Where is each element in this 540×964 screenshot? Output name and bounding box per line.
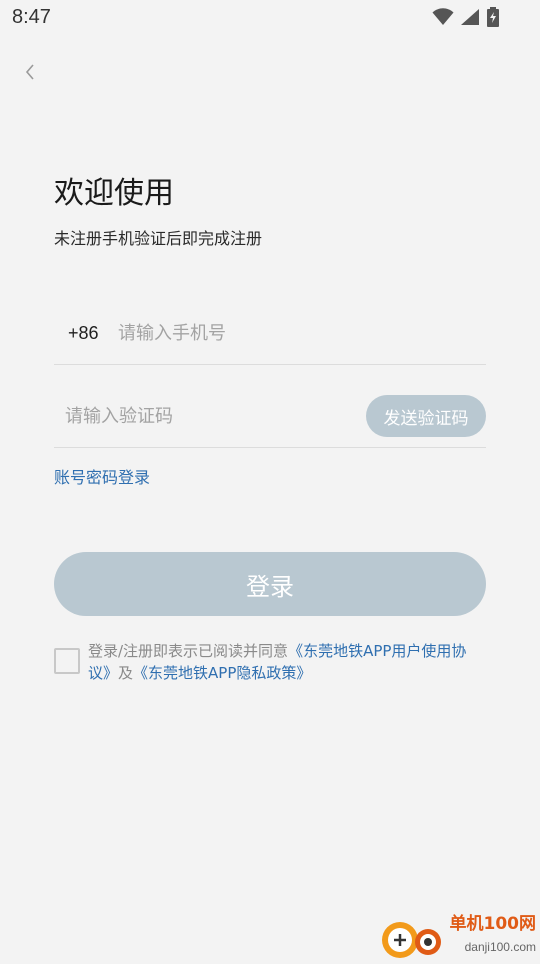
agreement-middle: 及 xyxy=(118,664,134,682)
watermark-name: 单机100网 xyxy=(449,914,537,934)
battery-charging-icon xyxy=(486,7,500,27)
chevron-left-icon xyxy=(23,62,37,86)
country-code[interactable]: +86 xyxy=(68,323,116,344)
status-time: 8:47 xyxy=(12,6,51,28)
watermark-url: danji100.com xyxy=(464,940,536,954)
status-icons xyxy=(432,7,500,27)
agreement-checkbox[interactable] xyxy=(54,648,80,674)
back-button[interactable] xyxy=(16,60,44,88)
page-subtitle: 未注册手机验证后即完成注册 xyxy=(54,229,263,248)
agreement-prefix: 登录/注册即表示已阅读并同意 xyxy=(88,642,289,660)
phone-row: +86 xyxy=(54,302,486,365)
cellular-signal-icon xyxy=(460,8,480,26)
watermark-logo-icon xyxy=(380,912,448,960)
account-password-login-link[interactable]: 账号密码登录 xyxy=(54,464,150,488)
watermark: 单机100网 danji100.com xyxy=(380,908,540,960)
privacy-policy-link[interactable]: 《东莞地铁APP隐私政策》 xyxy=(133,664,311,682)
status-bar: 8:47 xyxy=(0,0,540,36)
verification-code-input[interactable] xyxy=(63,404,357,428)
phone-input[interactable] xyxy=(116,321,460,345)
login-button[interactable]: 登录 xyxy=(54,552,486,616)
agreement-text: 登录/注册即表示已阅读并同意《东莞地铁APP用户使用协议》及《东莞地铁APP隐私… xyxy=(88,640,484,684)
send-code-button[interactable]: 发送验证码 xyxy=(366,395,486,437)
code-row: 发送验证码 xyxy=(54,385,486,448)
page-title: 欢迎使用 xyxy=(54,176,174,211)
wifi-icon xyxy=(432,8,454,26)
